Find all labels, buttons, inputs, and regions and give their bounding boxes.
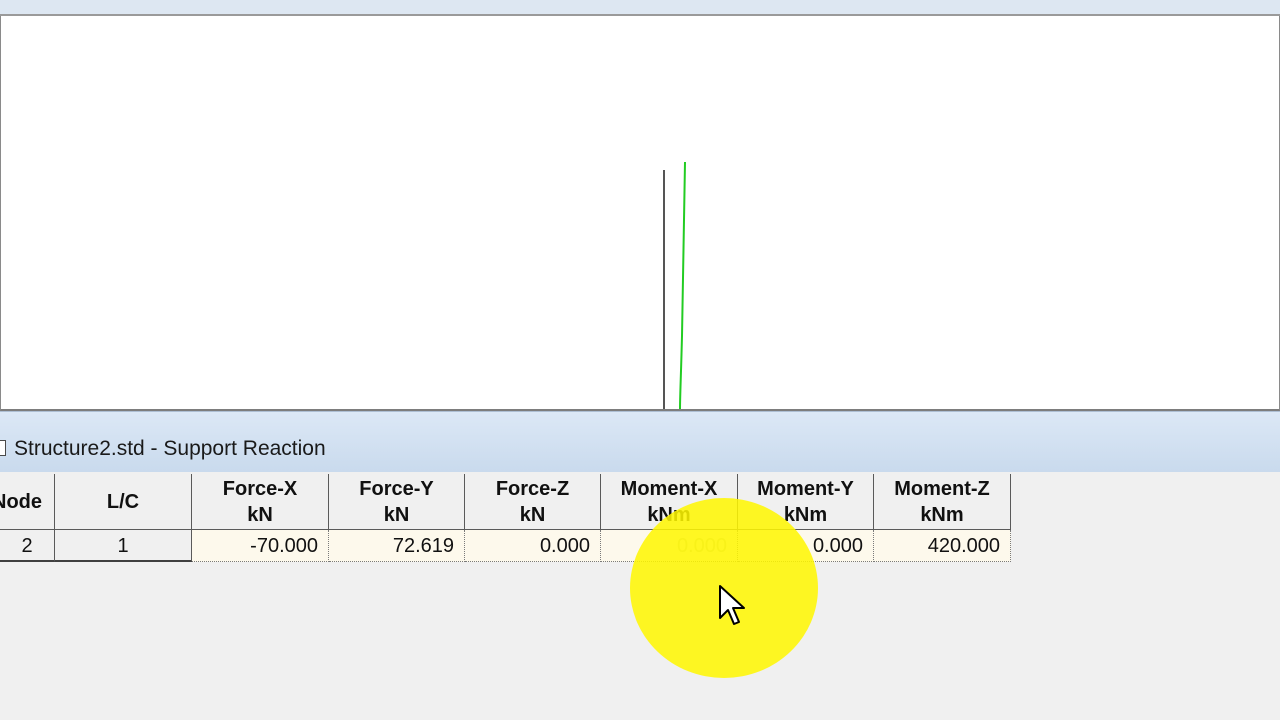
header-force-x[interactable]: Force-X kN bbox=[192, 474, 329, 530]
deflected-shape-line bbox=[679, 161, 686, 409]
header-node[interactable]: Node bbox=[0, 474, 55, 530]
cell-force-x[interactable]: -70.000 bbox=[192, 530, 329, 562]
cell-moment-x[interactable]: 0.000 bbox=[601, 530, 738, 562]
structure-drawing bbox=[663, 161, 686, 409]
header-force-y[interactable]: Force-Y kN bbox=[329, 474, 465, 530]
header-force-z[interactable]: Force-Z kN bbox=[465, 474, 601, 530]
cell-moment-y[interactable]: 0.000 bbox=[738, 530, 874, 562]
cell-lc[interactable]: 1 bbox=[55, 530, 192, 562]
header-moment-z[interactable]: Moment-Z kNm bbox=[874, 474, 1011, 530]
cell-node[interactable]: 2 bbox=[0, 530, 55, 562]
structure-viewport[interactable] bbox=[0, 16, 1280, 411]
cell-moment-z[interactable]: 420.000 bbox=[874, 530, 1011, 562]
support-reaction-titlebar[interactable]: Structure2.std - Support Reaction bbox=[0, 411, 1280, 473]
cell-force-z[interactable]: 0.000 bbox=[465, 530, 601, 562]
support-reaction-table-area: Node L/C Force-X kN Force-Y kN Force-Z k… bbox=[0, 472, 1280, 720]
main-window-top-strip bbox=[0, 0, 1280, 16]
cell-force-y[interactable]: 72.619 bbox=[329, 530, 465, 562]
window-title: Structure2.std - Support Reaction bbox=[14, 437, 326, 460]
header-moment-x[interactable]: Moment-X kNm bbox=[601, 474, 738, 530]
header-lc[interactable]: L/C bbox=[55, 474, 192, 530]
document-window-icon bbox=[0, 440, 6, 456]
header-moment-y[interactable]: Moment-Y kNm bbox=[738, 474, 874, 530]
